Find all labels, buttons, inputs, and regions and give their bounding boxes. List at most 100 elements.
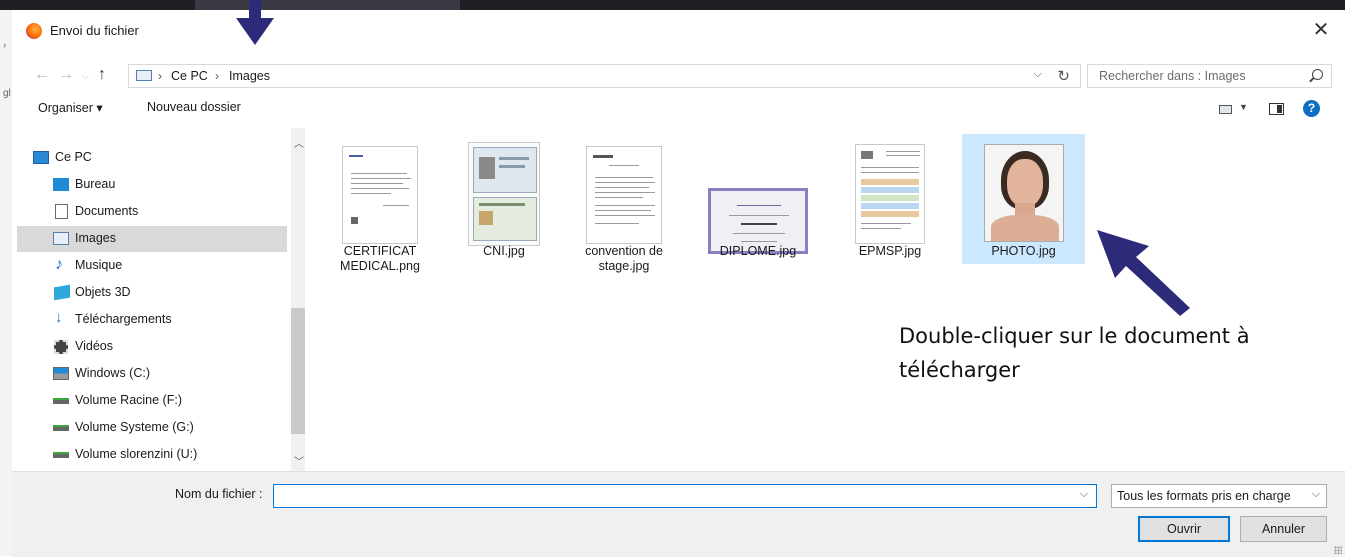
- 3d-objects-icon: [54, 284, 70, 301]
- sidebar-item-telechargements[interactable]: ↓ Téléchargements: [17, 307, 287, 333]
- sidebar-item-label: Ce PC: [55, 150, 92, 164]
- desktop-icon: [53, 178, 69, 191]
- search-placeholder: Rechercher dans : Images: [1099, 69, 1246, 83]
- portrait-thumbnail: [983, 144, 1064, 242]
- file-name: convention de stage.jpg: [585, 244, 663, 273]
- sidebar-item-label: Images: [75, 231, 116, 245]
- network-drive-icon: [53, 452, 69, 458]
- forward-arrow-icon[interactable]: →: [58, 66, 74, 84]
- organize-button[interactable]: Organiser ▾: [38, 100, 103, 115]
- pictures-icon: [53, 232, 69, 245]
- sidebar-item-volume-slorenzini-u[interactable]: Volume slorenzini (U:): [17, 442, 287, 468]
- sidebar-item-volume-racine-f[interactable]: Volume Racine (F:): [17, 388, 287, 414]
- address-bar[interactable]: › Ce PC › Images ⌵ ↻: [128, 64, 1081, 88]
- file-item-photo[interactable]: PHOTO.jpg: [962, 134, 1085, 264]
- filename-label: Nom du fichier :: [175, 487, 263, 501]
- command-bar: Organiser ▾ Nouveau dossier ▼ ?: [12, 94, 1345, 128]
- scrollbar-thumb[interactable]: [291, 308, 305, 434]
- breadcrumb-ce-pc[interactable]: Ce PC: [171, 69, 208, 83]
- windows-drive-icon: [53, 367, 69, 380]
- filename-dropdown-chevron-icon[interactable]: ⌵: [1080, 488, 1088, 501]
- sidebar-item-objets-3d[interactable]: Objets 3D: [17, 280, 287, 306]
- view-options-chevron-icon[interactable]: ▼: [1239, 102, 1248, 112]
- preview-pane-icon[interactable]: [1269, 103, 1284, 115]
- file-upload-dialog: Envoi du fichier ✕ ← → ⌵ ↑ › Ce PC › Ima…: [12, 0, 1345, 557]
- firefox-icon: [26, 23, 42, 39]
- sidebar-item-videos[interactable]: Vidéos: [17, 334, 287, 360]
- navigation-pane: Ce PC Bureau Documents Images ♪ Musique …: [17, 128, 305, 471]
- title-bar: Envoi du fichier ✕: [12, 10, 1345, 50]
- sidebar-item-label: Volume Systeme (G:): [75, 420, 194, 434]
- sidebar-item-windows-c[interactable]: Windows (C:): [17, 361, 287, 387]
- navigation-scrollbar[interactable]: ︿ ﹀: [291, 128, 305, 471]
- file-name: CNI.jpg: [483, 244, 525, 258]
- search-box[interactable]: Rechercher dans : Images: [1087, 64, 1332, 88]
- cancel-button[interactable]: Annuler: [1240, 516, 1327, 542]
- sidebar-item-documents[interactable]: Documents: [17, 199, 287, 225]
- sidebar-item-label: Windows (C:): [75, 366, 151, 380]
- network-drive-icon: [53, 425, 69, 431]
- sidebar-item-label: Téléchargements: [75, 312, 172, 326]
- search-icon: [1312, 69, 1323, 80]
- documents-icon: [55, 204, 68, 219]
- file-item-convention-de-stage[interactable]: convention de stage.jpg: [569, 134, 679, 273]
- pictures-folder-icon: [136, 70, 152, 81]
- scroll-down-chevron-icon[interactable]: ﹀: [294, 453, 304, 468]
- sidebar-item-label: Documents: [75, 204, 139, 218]
- file-item-epmsp[interactable]: EPMSP.jpg: [835, 134, 945, 264]
- close-button[interactable]: ✕: [1309, 18, 1333, 42]
- help-button[interactable]: ?: [1303, 100, 1320, 117]
- document-thumbnail: [586, 146, 662, 244]
- sidebar-item-label: Bureau: [75, 177, 116, 191]
- sidebar-item-label: Objets 3D: [75, 285, 131, 299]
- music-icon: ♪: [55, 256, 63, 273]
- sidebar-item-bureau[interactable]: Bureau: [17, 172, 287, 198]
- sidebar-item-ce-pc[interactable]: Ce PC: [17, 145, 287, 171]
- file-grid: CERTIFICAT MEDICAL.png CNI.jpg conventio…: [307, 128, 1345, 471]
- pointer-arrow-icon: [1097, 230, 1190, 316]
- breadcrumb-images[interactable]: Images: [229, 69, 270, 83]
- scroll-up-chevron-icon[interactable]: ︿: [294, 135, 304, 150]
- file-type-filter[interactable]: Tous les formats pris en charge ⌵: [1111, 484, 1327, 508]
- sidebar-item-label: Musique: [75, 258, 123, 272]
- sidebar-item-label: Volume slorenzini (U:): [75, 447, 198, 461]
- open-button[interactable]: Ouvrir: [1138, 516, 1230, 542]
- annotation-line: Double-cliquer sur le document à: [899, 324, 1250, 348]
- background-glyph: gl: [3, 88, 11, 99]
- file-item-diplome[interactable]: DIPLOME.jpg: [703, 134, 813, 264]
- new-folder-button[interactable]: Nouveau dossier: [147, 100, 241, 114]
- file-name: PHOTO.jpg: [991, 244, 1056, 258]
- breadcrumb-separator: ›: [158, 69, 162, 83]
- sidebar-item-volume-systeme-g[interactable]: Volume Systeme (G:): [17, 415, 287, 441]
- up-arrow-icon[interactable]: ↑: [98, 66, 106, 84]
- resize-grip-icon[interactable]: [1334, 546, 1342, 554]
- file-item-certificat-medical[interactable]: CERTIFICAT MEDICAL.png: [325, 134, 435, 273]
- file-type-filter-value: Tous les formats pris en charge: [1117, 489, 1291, 503]
- recent-locations-chevron-icon[interactable]: ⌵: [82, 71, 89, 82]
- id-card-thumbnail: [468, 142, 540, 246]
- annotation-line: télécharger: [899, 358, 1020, 382]
- instruction-annotation: Double-cliquer sur le document à télécha…: [899, 319, 1319, 387]
- file-name: CERTIFICAT MEDICAL.png: [340, 244, 420, 273]
- change-view-icon[interactable]: [1219, 105, 1232, 114]
- file-name: DIPLOME.jpg: [719, 244, 797, 258]
- top-arrow-icon: [236, 0, 274, 45]
- filename-field[interactable]: ⌵: [273, 484, 1097, 508]
- network-drive-icon: [53, 398, 69, 404]
- bottom-panel: Nom du fichier : ⌵ Tous les formats pris…: [12, 471, 1345, 557]
- file-item-cni[interactable]: CNI.jpg: [449, 134, 559, 264]
- videos-icon: [54, 340, 68, 354]
- sidebar-item-label: Vidéos: [75, 339, 113, 353]
- refresh-icon[interactable]: ↻: [1057, 67, 1070, 85]
- sidebar-item-label: Volume Racine (F:): [75, 393, 182, 407]
- file-name: EPMSP.jpg: [858, 244, 922, 258]
- back-arrow-icon[interactable]: ←: [34, 66, 50, 84]
- breadcrumb-separator: ›: [215, 69, 219, 83]
- filename-input[interactable]: [278, 486, 1062, 508]
- background-top-strip: [0, 0, 1345, 10]
- sidebar-item-images[interactable]: Images: [17, 226, 287, 252]
- sidebar-item-musique[interactable]: ♪ Musique: [17, 253, 287, 279]
- form-thumbnail: [855, 144, 925, 244]
- background-glyph: ›: [3, 40, 7, 51]
- address-dropdown-chevron-icon[interactable]: ⌵: [1034, 68, 1042, 81]
